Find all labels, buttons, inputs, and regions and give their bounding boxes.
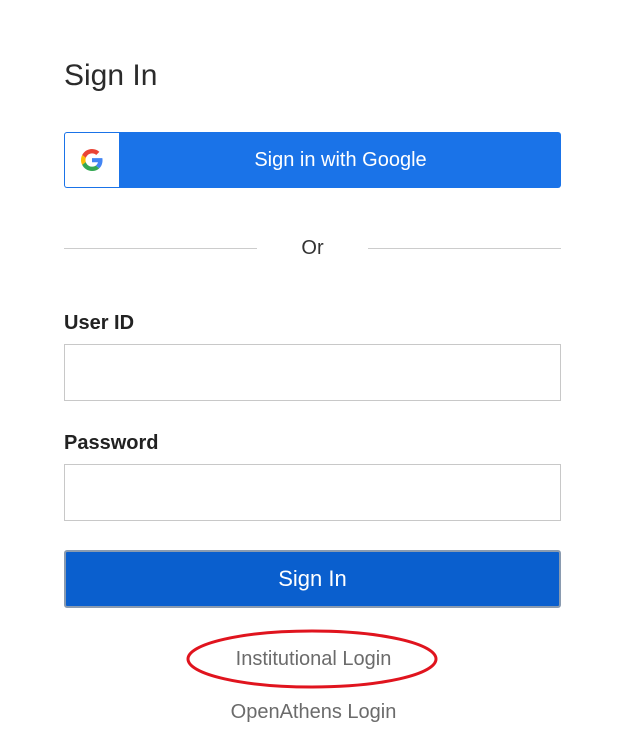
institutional-login-link[interactable]: Institutional Login — [0, 647, 627, 671]
user-id-label: User ID — [64, 312, 135, 334]
password-label: Password — [64, 432, 159, 454]
sign-in-button-label: Sign In — [278, 566, 347, 591]
password-input[interactable] — [64, 464, 561, 521]
sign-in-button[interactable]: Sign In — [64, 550, 561, 608]
user-id-input[interactable] — [64, 344, 561, 401]
page-title: Sign In — [64, 59, 158, 92]
divider-line-right — [368, 248, 561, 249]
google-g-icon — [81, 149, 103, 171]
divider-line-left — [64, 248, 257, 249]
google-sign-in-button[interactable]: Sign in with Google — [64, 132, 561, 188]
divider-or-text: Or — [301, 237, 324, 259]
openathens-login-link[interactable]: OpenAthens Login — [0, 700, 627, 724]
google-logo-container — [65, 133, 119, 187]
google-sign-in-label: Sign in with Google — [254, 149, 427, 171]
